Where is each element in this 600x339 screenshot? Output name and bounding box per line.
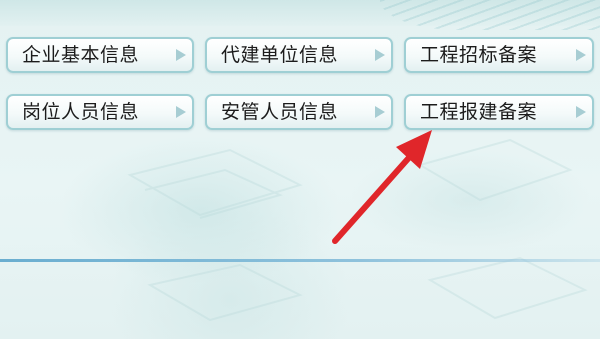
red-pointer-arrow-icon — [332, 130, 432, 244]
app-screen: 企业基本信息 代建单位信息 工程招标备案 岗位人员信息 安管人员信息 工程报建备… — [0, 0, 600, 339]
